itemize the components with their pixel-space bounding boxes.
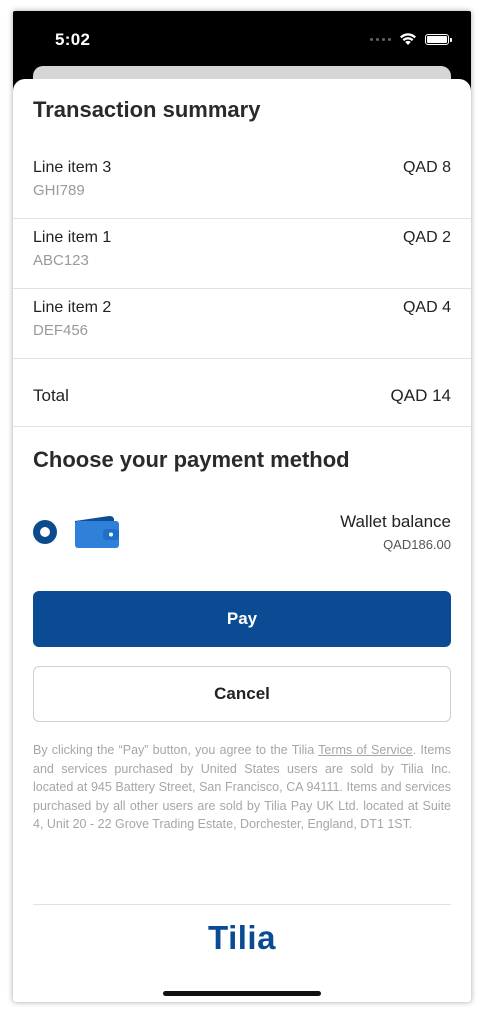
divider xyxy=(33,904,451,905)
line-item: Line item 3 GHI789 QAD 8 xyxy=(13,149,471,219)
line-item: Line item 2 DEF456 QAD 4 xyxy=(13,289,471,359)
line-item: Line item 1 ABC123 QAD 2 xyxy=(13,219,471,289)
line-item-amount: QAD 4 xyxy=(402,299,451,316)
wallet-radio-button[interactable] xyxy=(33,520,57,544)
wifi-icon xyxy=(400,33,416,45)
total-amount: QAD 14 xyxy=(390,386,451,405)
status-icons xyxy=(370,32,452,46)
summary-title: Transaction summary xyxy=(33,97,261,122)
terms-of-service-link[interactable]: Terms of Service xyxy=(318,743,413,757)
line-item-name: Line item 2 xyxy=(33,299,112,316)
signal-icon xyxy=(370,37,391,41)
total-label: Total xyxy=(33,386,69,405)
line-item-code: ABC123 xyxy=(33,252,89,269)
transaction-sheet: Transaction summary Line item 3 GHI789 Q… xyxy=(13,79,471,1002)
wallet-icon xyxy=(75,515,119,548)
line-item-code: DEF456 xyxy=(33,322,89,339)
cancel-button[interactable]: Cancel xyxy=(33,666,451,722)
status-bar: 5:02 xyxy=(13,11,471,71)
line-item-amount: QAD 2 xyxy=(402,229,451,246)
status-time: 5:02 xyxy=(55,30,91,49)
home-indicator xyxy=(163,991,321,996)
legal-disclaimer: By clicking the “Pay” button, you agree … xyxy=(33,741,451,834)
battery-icon xyxy=(425,33,452,45)
wallet-balance-amount: QAD186.00 xyxy=(383,537,451,552)
line-item-name: Line item 1 xyxy=(33,229,112,246)
line-item-code: GHI789 xyxy=(33,182,85,199)
line-item-amount: QAD 8 xyxy=(402,159,451,176)
pay-button[interactable]: Pay xyxy=(33,591,451,647)
payment-method-title: Choose your payment method xyxy=(33,447,350,472)
line-item-name: Line item 3 xyxy=(33,159,112,176)
wallet-balance-label: Wallet balance xyxy=(340,512,451,531)
tilia-logo: Tilia xyxy=(208,919,276,956)
disclaimer-text: By clicking the “Pay” button, you agree … xyxy=(33,743,319,757)
phone-frame: 5:02 Transaction summary Line item 3 GHI… xyxy=(13,11,471,1002)
total-row: Total QAD 14 xyxy=(13,367,471,427)
